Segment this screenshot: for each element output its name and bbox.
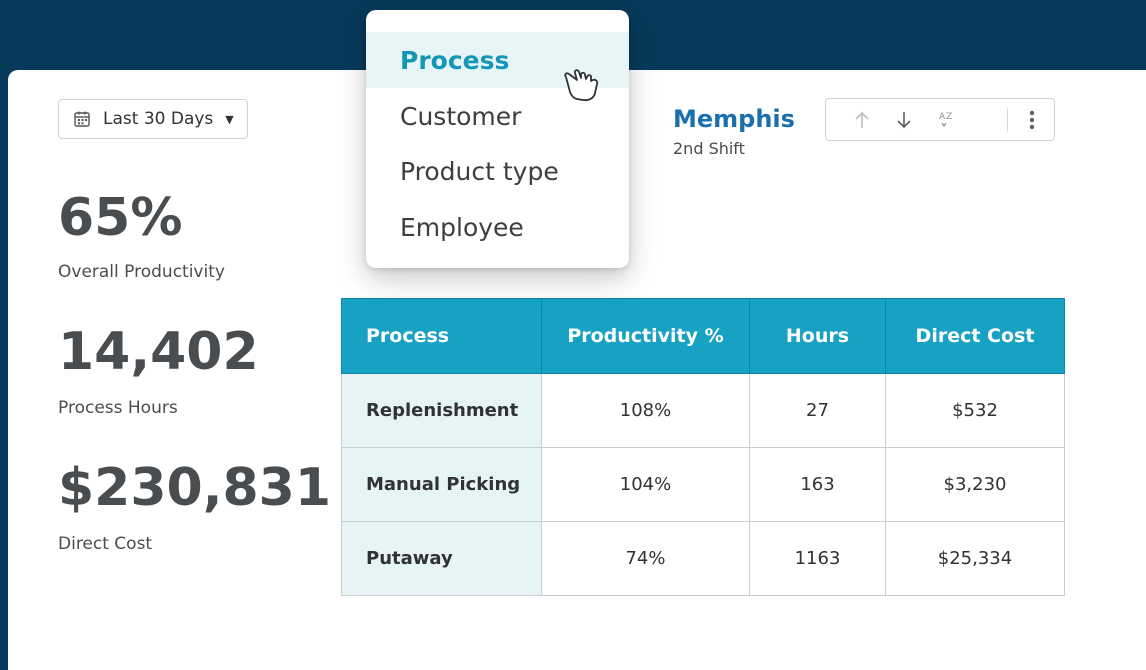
- direct-cost-cell: $532: [885, 373, 1065, 448]
- productivity-cell: 108%: [541, 373, 750, 448]
- arrow-up-icon[interactable]: [851, 109, 873, 131]
- arrow-down-icon[interactable]: [893, 109, 915, 131]
- group-by-menu: Process Customer Product type Employee: [366, 10, 629, 268]
- hand-cursor-icon: [564, 69, 599, 102]
- toolbar-divider: [1007, 108, 1008, 132]
- more-vertical-icon[interactable]: [1021, 109, 1043, 131]
- table-row[interactable]: Putaway 74% 1163 $25,334: [341, 521, 1065, 596]
- shift-label: 2nd Shift: [673, 139, 745, 158]
- direct-cost-cell: $3,230: [885, 447, 1065, 522]
- table-header-row: Process Productivity % Hours Direct Cost: [341, 298, 1065, 374]
- productivity-cell: 74%: [541, 521, 750, 596]
- column-header-direct-cost[interactable]: Direct Cost: [885, 298, 1065, 374]
- column-header-process[interactable]: Process: [341, 298, 542, 374]
- hours-cell: 163: [749, 447, 886, 522]
- sort-toolbar: A Z: [825, 98, 1055, 141]
- svg-text:A: A: [939, 112, 946, 122]
- hours-cell: 1163: [749, 521, 886, 596]
- svg-text:Z: Z: [946, 112, 952, 122]
- direct-cost-label: Direct Cost: [58, 534, 153, 554]
- calendar-icon: [74, 111, 90, 127]
- direct-cost-cell: $25,334: [885, 521, 1065, 596]
- process-hours-value: 14,402: [58, 322, 259, 382]
- location-name: Memphis: [673, 105, 795, 133]
- table-row[interactable]: Replenishment 108% 27 $532: [341, 373, 1065, 448]
- location-header: Memphis 2nd Shift: [673, 105, 795, 158]
- chevron-down-icon: ▼: [225, 112, 234, 126]
- process-cell: Putaway: [341, 521, 542, 596]
- column-header-hours[interactable]: Hours: [749, 298, 886, 374]
- process-cell: Manual Picking: [341, 447, 542, 522]
- productivity-cell: 104%: [541, 447, 750, 522]
- menu-item-product-type[interactable]: Product type: [366, 143, 629, 199]
- direct-cost-value: $230,831: [58, 458, 332, 518]
- date-range-label: Last 30 Days: [103, 109, 214, 129]
- process-table: Process Productivity % Hours Direct Cost…: [341, 298, 1065, 596]
- process-cell: Replenishment: [341, 373, 542, 448]
- overall-productivity-value: 65%: [58, 188, 183, 248]
- sort-az-icon[interactable]: A Z: [936, 109, 958, 131]
- overall-productivity-label: Overall Productivity: [58, 262, 225, 282]
- date-range-dropdown[interactable]: Last 30 Days ▼: [58, 99, 248, 139]
- table-row[interactable]: Manual Picking 104% 163 $3,230: [341, 447, 1065, 522]
- menu-item-employee[interactable]: Employee: [366, 199, 629, 255]
- column-header-productivity[interactable]: Productivity %: [541, 298, 750, 374]
- process-hours-label: Process Hours: [58, 398, 178, 418]
- hours-cell: 27: [749, 373, 886, 448]
